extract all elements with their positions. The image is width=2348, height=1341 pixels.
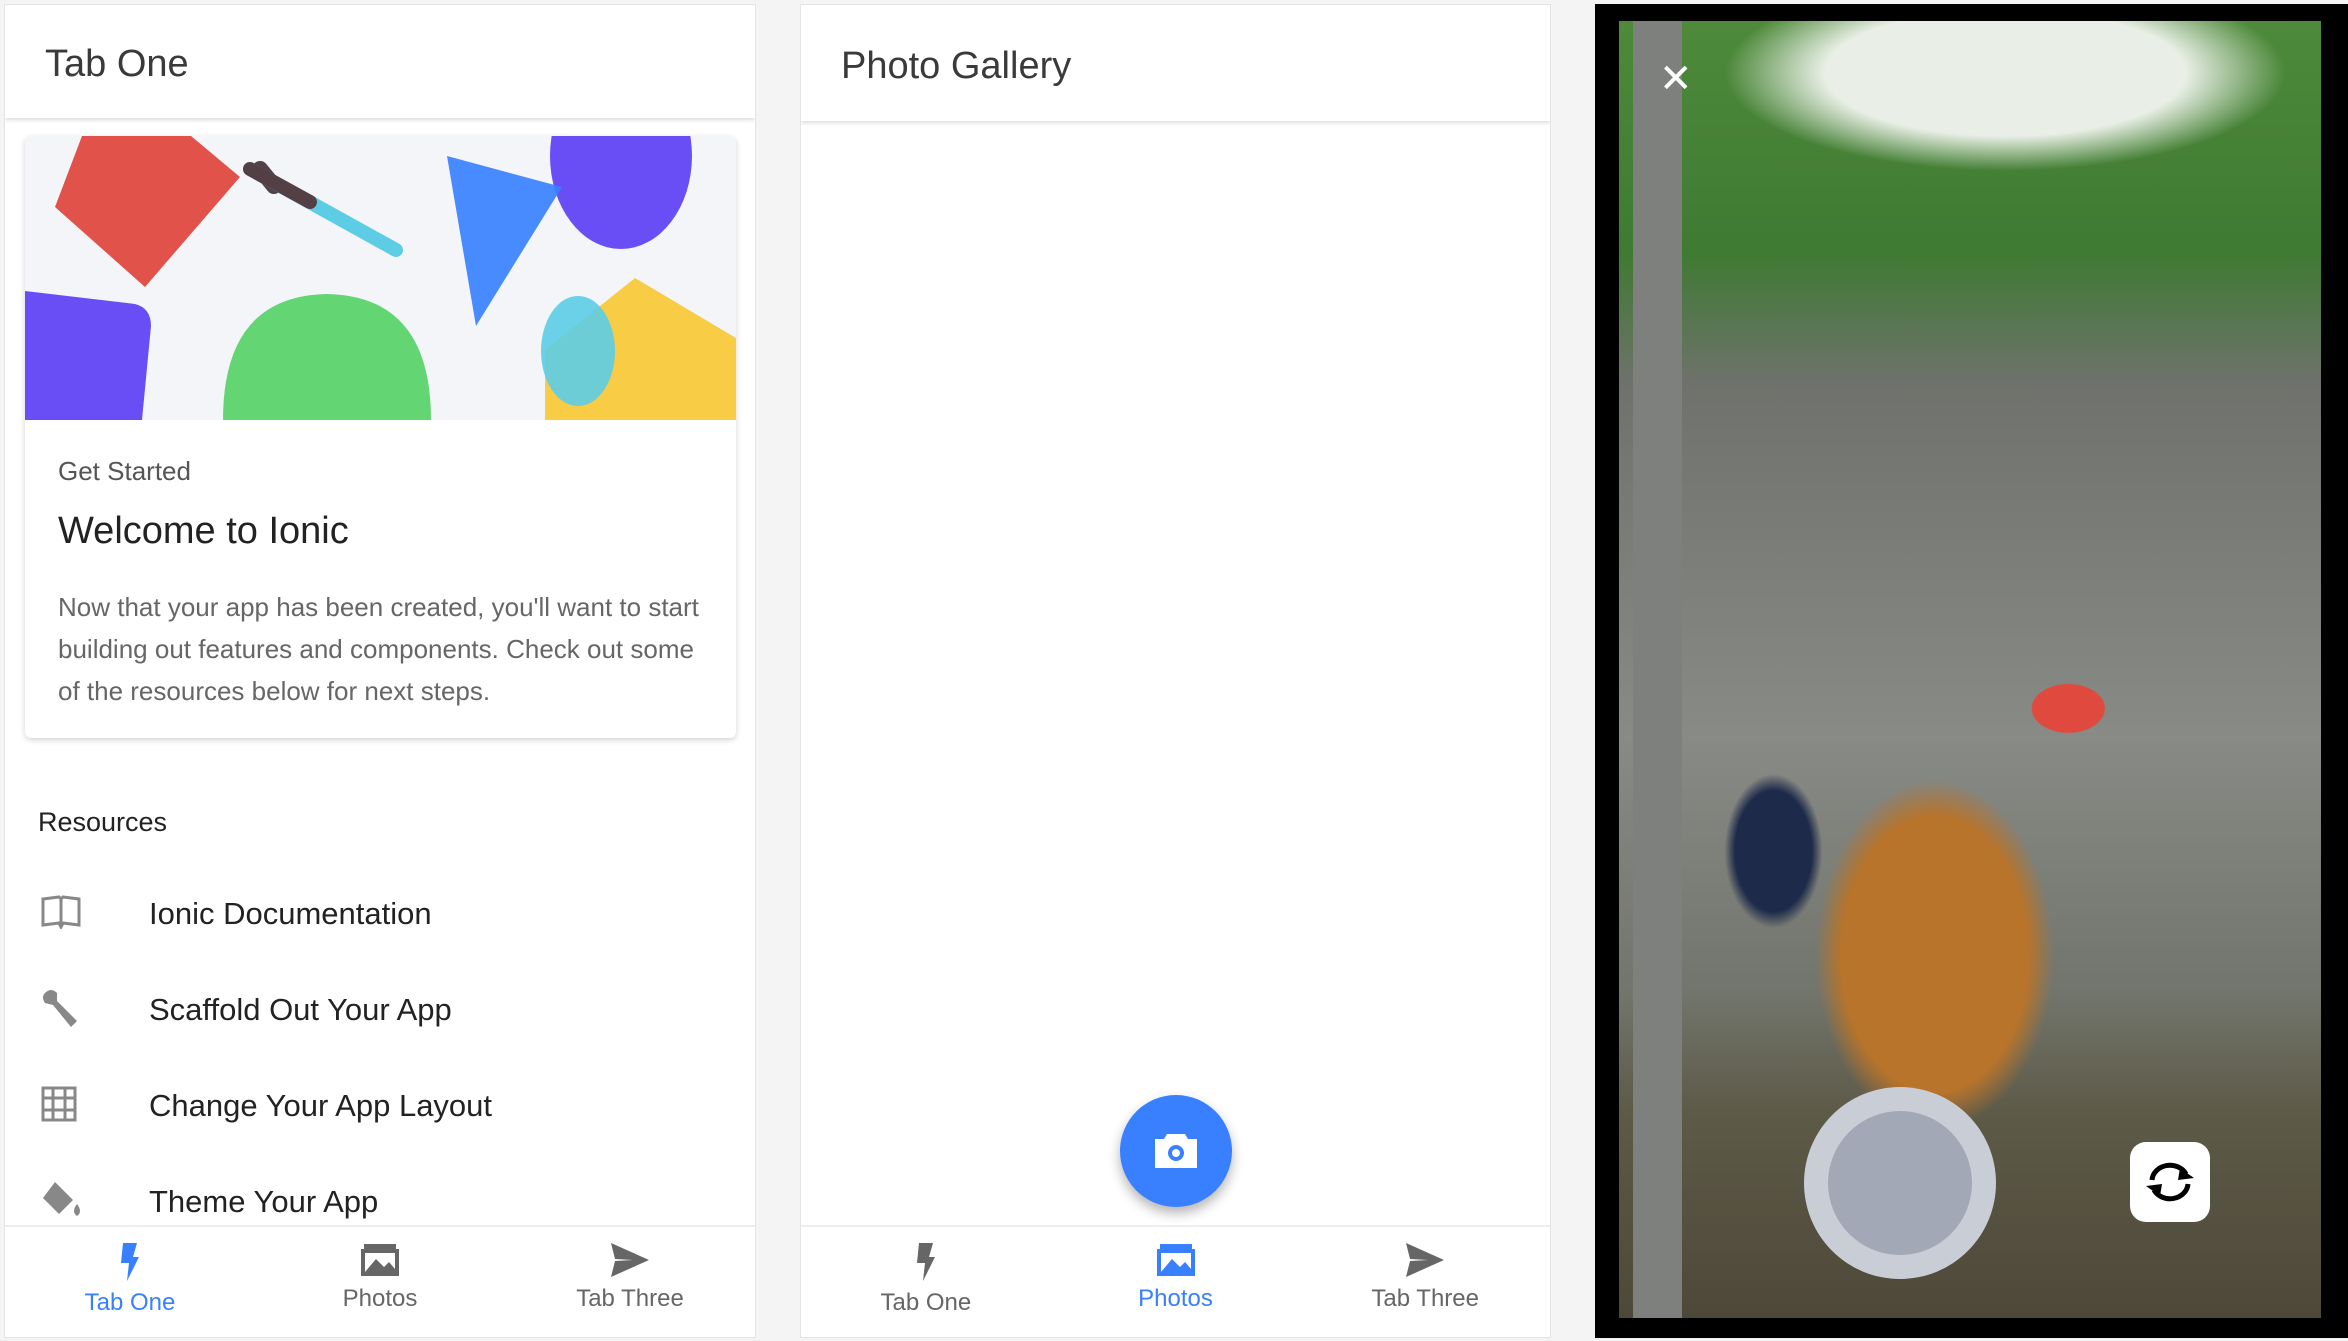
resource-item-layout[interactable]: Change Your App Layout [5,1066,755,1146]
tab-tab-three[interactable]: Tab Three [1300,1227,1550,1337]
tab-label: Photos [1138,1285,1213,1312]
resources-heading: Resources [38,807,168,837]
camera-reverse-icon [2146,1162,2194,1202]
resource-label: Change Your App Layout [149,1088,493,1123]
flip-camera-button[interactable] [2130,1142,2210,1222]
resource-label: Scaffold Out Your App [149,992,452,1027]
tab-one-screen: Tab One Get Started Welcome to Ionic Now… [4,4,756,1338]
resource-label: Ionic Documentation [149,896,432,931]
camera-icon [1155,1134,1197,1168]
wrench-icon [5,987,149,1034]
welcome-card: Get Started Welcome to Ionic Now that yo… [25,136,736,738]
header: Tab One [5,5,755,118]
send-icon [611,1243,649,1277]
card-illustration [25,136,736,420]
book-icon [5,894,149,934]
card-subtitle: Get Started [58,456,191,486]
tab-bar: Tab One Photos Tab Three [801,1225,1550,1337]
tab-label: Tab One [880,1289,972,1316]
resource-label: Theme Your App [149,1184,379,1219]
images-icon [361,1244,399,1276]
flash-icon [121,1243,139,1281]
paint-bucket-icon [5,1180,149,1225]
tab-photos[interactable]: Photos [255,1227,505,1337]
tab-bar: Tab One Photos Tab Three [5,1225,755,1337]
take-photo-button[interactable] [1120,1095,1232,1207]
tab-label: Photos [342,1285,418,1312]
page-title: Tab One [45,43,189,85]
shutter-inner [1828,1111,1972,1255]
resource-item-scaffold[interactable]: Scaffold Out Your App [5,970,755,1050]
close-icon[interactable]: ✕ [1659,59,1693,99]
grid-icon [5,1086,149,1127]
tab-tab-one[interactable]: Tab One [5,1227,255,1337]
camera-preview-image: ✕ [1619,21,2321,1318]
tab-label: Tab One [84,1289,176,1316]
card-title: Welcome to Ionic [58,510,349,552]
resource-item-docs[interactable]: Ionic Documentation [5,874,755,954]
tab-label: Tab Three [1371,1285,1479,1312]
images-icon [1156,1244,1195,1276]
tab-tab-three[interactable]: Tab Three [505,1227,755,1337]
camera-preview-screen: ✕ [1595,4,2348,1338]
tab-tab-one[interactable]: Tab One [801,1227,1051,1337]
flash-icon [916,1243,935,1281]
tab-label: Tab Three [576,1285,684,1312]
send-icon [1406,1243,1445,1277]
shutter-button[interactable] [1804,1087,1996,1279]
card-body: Now that your app has been created, you'… [58,592,699,706]
header: Photo Gallery [801,5,1550,121]
page-title: Photo Gallery [841,45,1072,87]
photo-gallery-screen: Photo Gallery Tab One Photos Tab Three [800,4,1551,1338]
tab-photos[interactable]: Photos [1051,1227,1301,1337]
